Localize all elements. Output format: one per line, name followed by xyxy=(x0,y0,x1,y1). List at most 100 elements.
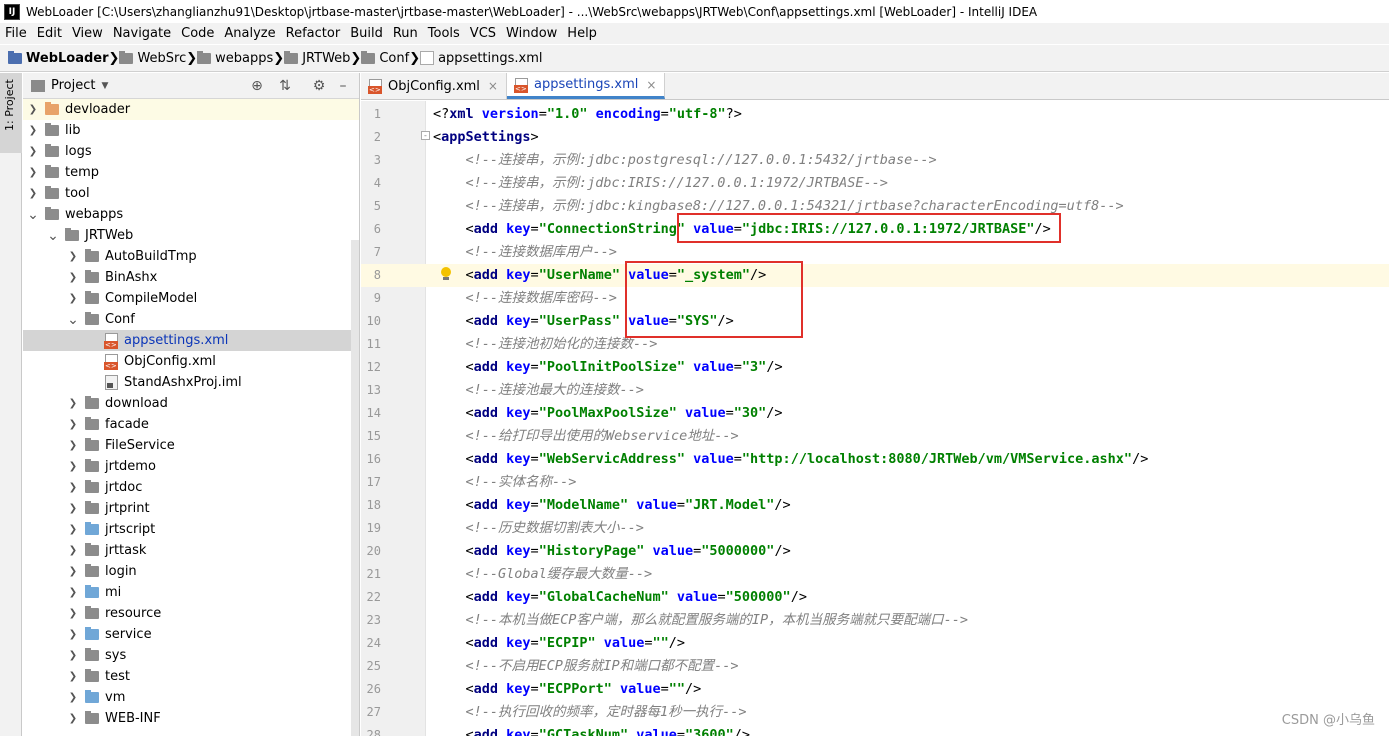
tree-item[interactable]: ❯ BinAshx xyxy=(23,267,359,288)
tree-item[interactable]: ❯ CompileModel xyxy=(23,288,359,309)
code-line[interactable]: 13 <!--连接池最大的连接数--> xyxy=(361,379,1389,402)
code-line[interactable]: 14 <add key="PoolMaxPoolSize" value="30"… xyxy=(361,402,1389,425)
chevron-down-icon[interactable]: ▼ xyxy=(101,81,108,91)
menu-run[interactable]: Run xyxy=(388,26,423,41)
code-line[interactable]: 19 <!--历史数据切割表大小--> xyxy=(361,517,1389,540)
code-line[interactable]: 1 <?xml version="1.0" encoding="utf-8"?> xyxy=(361,103,1389,126)
chevron-right-icon[interactable]: ❯ xyxy=(67,398,79,409)
code-line[interactable]: 4 <!--连接串，示例:jdbc:IRIS://127.0.0.1:1972/… xyxy=(361,172,1389,195)
breadcrumb-item[interactable]: WebLoader xyxy=(8,50,109,66)
code-line[interactable]: 20 <add key="HistoryPage" value="5000000… xyxy=(361,540,1389,563)
tree-item[interactable]: ❯ login xyxy=(23,561,359,582)
code-line[interactable]: 17 <!--实体名称--> xyxy=(361,471,1389,494)
code-line[interactable]: 21 <!--Global缓存最大数量--> xyxy=(361,563,1389,586)
tree-item[interactable]: ❯ jrtscript xyxy=(23,519,359,540)
tree-item[interactable]: ❯ logs xyxy=(23,141,359,162)
tab-objconfig-xml[interactable]: ObjConfig.xml × xyxy=(361,73,507,99)
tree-item[interactable]: ❯ facade xyxy=(23,414,359,435)
tree-item[interactable]: ❯ mi xyxy=(23,582,359,603)
code-line[interactable]: 22 <add key="GlobalCacheNum" value="5000… xyxy=(361,586,1389,609)
chevron-right-icon[interactable]: ❯ xyxy=(67,566,79,577)
tree-item[interactable]: ❯ tool xyxy=(23,183,359,204)
chevron-right-icon[interactable]: ❯ xyxy=(27,146,39,157)
crosshair-icon[interactable]: ⊕ xyxy=(249,78,265,94)
code-line[interactable]: 26 <add key="ECPPort" value=""/> xyxy=(361,678,1389,701)
tree-item[interactable]: ❯ AutoBuildTmp xyxy=(23,246,359,267)
close-icon[interactable]: × xyxy=(488,79,498,93)
project-tool-tab[interactable]: 1: Project xyxy=(0,73,22,153)
tree-item[interactable]: ❯ jrtprint xyxy=(23,498,359,519)
menu-refactor[interactable]: Refactor xyxy=(281,26,346,41)
fold-marker-icon[interactable]: - xyxy=(421,131,430,140)
tree-item[interactable]: ObjConfig.xml xyxy=(23,351,359,372)
chevron-right-icon[interactable]: ❯ xyxy=(67,419,79,430)
menu-tools[interactable]: Tools xyxy=(423,26,465,41)
tree-item[interactable]: ❯ lib xyxy=(23,120,359,141)
chevron-right-icon[interactable]: ❯ xyxy=(67,272,79,283)
tree-item[interactable]: ❯ vm xyxy=(23,687,359,708)
chevron-right-icon[interactable]: ❯ xyxy=(67,482,79,493)
menu-window[interactable]: Window xyxy=(501,26,562,41)
menu-edit[interactable]: Edit xyxy=(32,26,67,41)
chevron-right-icon[interactable]: ❯ xyxy=(67,629,79,640)
breadcrumb-item[interactable]: JRTWeb xyxy=(284,50,350,66)
chevron-down-icon[interactable]: ⌄ xyxy=(27,208,39,222)
code-line[interactable]: 27 <!--执行回收的频率，定时器每1秒一执行--> xyxy=(361,701,1389,724)
code-line[interactable]: 11 <!--连接池初始化的连接数--> xyxy=(361,333,1389,356)
tree-item[interactable]: ❯ devloader xyxy=(23,99,359,120)
breadcrumb-item[interactable]: WebSrc xyxy=(119,50,186,66)
tree-item[interactable]: ❯ sys xyxy=(23,645,359,666)
chevron-right-icon[interactable]: ❯ xyxy=(67,461,79,472)
tree-item[interactable]: ⌄ webapps xyxy=(23,204,359,225)
chevron-right-icon[interactable]: ❯ xyxy=(67,524,79,535)
code-line[interactable]: 7 <!--连接数据库用户--> xyxy=(361,241,1389,264)
tree-item[interactable]: ❯ resource xyxy=(23,603,359,624)
gear-icon[interactable]: ⚙ xyxy=(311,78,327,94)
code-line[interactable]: 9 <!--连接数据库密码--> xyxy=(361,287,1389,310)
code-line[interactable]: 12 <add key="PoolInitPoolSize" value="3"… xyxy=(361,356,1389,379)
chevron-right-icon[interactable]: ❯ xyxy=(27,125,39,136)
chevron-right-icon[interactable]: ❯ xyxy=(27,104,39,115)
tree-item[interactable]: StandAshxProj.iml xyxy=(23,372,359,393)
chevron-right-icon[interactable]: ❯ xyxy=(27,188,39,199)
tree-item[interactable]: ❯ WEB-INF xyxy=(23,708,359,729)
code-editor[interactable]: 1 <?xml version="1.0" encoding="utf-8"?> 2… xyxy=(361,101,1389,736)
menu-build[interactable]: Build xyxy=(345,26,388,41)
menu-view[interactable]: View xyxy=(67,26,108,41)
menu-navigate[interactable]: Navigate xyxy=(108,26,176,41)
minimize-icon[interactable]: – xyxy=(335,78,351,94)
tree-item[interactable]: ❯ temp xyxy=(23,162,359,183)
tree-item[interactable]: ❯ download xyxy=(23,393,359,414)
code-line[interactable]: 10 <add key="UserPass" value="SYS"/> xyxy=(361,310,1389,333)
menu-analyze[interactable]: Analyze xyxy=(219,26,280,41)
chevron-right-icon[interactable]: ❯ xyxy=(67,251,79,262)
tree-item[interactable]: ❯ test xyxy=(23,666,359,687)
tree-item[interactable]: ❯ service xyxy=(23,624,359,645)
breadcrumb-item[interactable]: Conf xyxy=(361,50,409,66)
code-line[interactable]: 2 <appSettings> xyxy=(361,126,1389,149)
code-line[interactable]: 25 <!--不启用ECP服务就IP和端口都不配置--> xyxy=(361,655,1389,678)
tree-item[interactable]: ❯ jrtdemo xyxy=(23,456,359,477)
chevron-right-icon[interactable]: ❯ xyxy=(67,692,79,703)
breadcrumb-item[interactable]: appsettings.xml xyxy=(420,51,543,66)
close-icon[interactable]: × xyxy=(646,78,656,92)
project-scrollbar[interactable] xyxy=(351,240,359,736)
tree-item[interactable]: ❯ jrttask xyxy=(23,540,359,561)
chevron-right-icon[interactable]: ❯ xyxy=(67,440,79,451)
code-line[interactable]: 18 <add key="ModelName" value="JRT.Model… xyxy=(361,494,1389,517)
menu-code[interactable]: Code xyxy=(176,26,219,41)
tab-appsettings-xml[interactable]: appsettings.xml × xyxy=(506,73,666,99)
code-line[interactable]: 28 <add key="GCTaskNum" value="3600"/> xyxy=(361,724,1389,736)
code-line[interactable]: 8 <add key="UserName" value="_system"/> xyxy=(361,264,1389,287)
chevron-down-icon[interactable]: ⌄ xyxy=(47,229,59,243)
code-line[interactable]: 24 <add key="ECPIP" value=""/> xyxy=(361,632,1389,655)
collapse-icon[interactable]: ⇅ xyxy=(277,78,293,94)
chevron-right-icon[interactable]: ❯ xyxy=(67,503,79,514)
chevron-right-icon[interactable]: ❯ xyxy=(67,587,79,598)
tree-item[interactable]: ❯ FileService xyxy=(23,435,359,456)
chevron-right-icon[interactable]: ❯ xyxy=(27,167,39,178)
chevron-down-icon[interactable]: ⌄ xyxy=(67,313,79,327)
tree-item[interactable]: ⌄ JRTWeb xyxy=(23,225,359,246)
chevron-right-icon[interactable]: ❯ xyxy=(67,650,79,661)
chevron-right-icon[interactable]: ❯ xyxy=(67,608,79,619)
